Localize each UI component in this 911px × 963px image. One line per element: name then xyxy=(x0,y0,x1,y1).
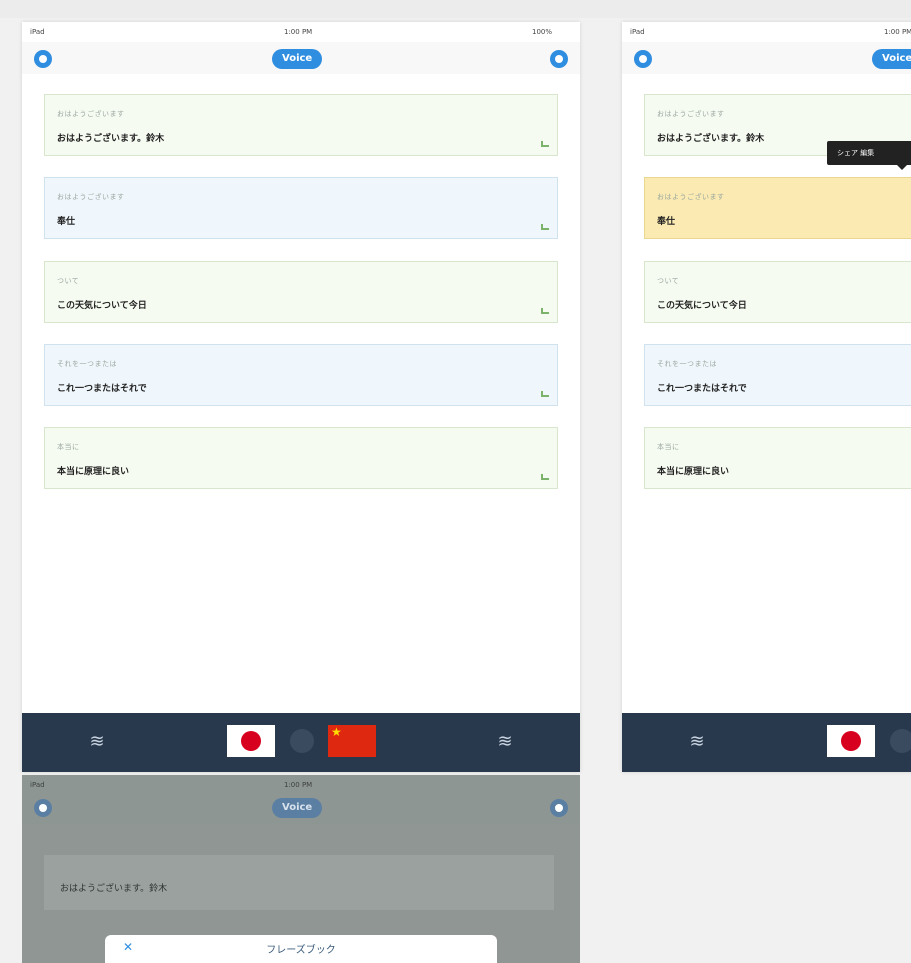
phrase-reading: おはようございます xyxy=(657,110,725,118)
phrase-card-selected[interactable]: おはようございます 奉仕 xyxy=(644,177,911,239)
phrase-reading: 本当に xyxy=(57,443,80,451)
wifi-icon[interactable]: ≋ xyxy=(492,729,518,755)
voice-button[interactable]: Voice xyxy=(272,798,323,818)
info-icon[interactable] xyxy=(550,799,568,817)
phrase-text: おはようございます。鈴木 xyxy=(57,134,165,144)
status-bar: iPad 1:00 PM 100% xyxy=(22,22,580,42)
phrase-card[interactable]: おはようございます 奉仕 xyxy=(44,177,558,239)
check-icon xyxy=(541,141,549,147)
device-screen-main: iPad 1:00 PM 100% Voice おはようございます おはようござ… xyxy=(22,22,580,772)
nav-bar: Voice xyxy=(22,42,580,74)
phrase-reading: それを一つまたは xyxy=(657,360,717,368)
phrase-text: この天気について今日 xyxy=(57,301,147,311)
time-label: 1:00 PM xyxy=(284,781,313,789)
phrase-card[interactable]: それを一つまたは これ一つまたはそれで xyxy=(644,344,911,406)
device-screen-tooltip: iPad 1:00 PM Voice おはようございます おはようございます。鈴… xyxy=(622,22,911,772)
swap-icon[interactable] xyxy=(890,729,911,753)
carrier-label: iPad xyxy=(30,28,45,36)
phrase-reading: おはようございます xyxy=(57,110,125,118)
japan-flag-icon[interactable] xyxy=(227,725,275,757)
check-icon xyxy=(541,224,549,230)
japan-flag-icon[interactable] xyxy=(827,725,875,757)
status-bar: iPad 1:00 PM xyxy=(622,22,911,42)
phrase-text: これ一つまたはそれで xyxy=(657,384,747,394)
top-strip xyxy=(0,0,911,18)
language-bar: ≋ xyxy=(622,713,911,772)
phrase-text: 奉仕 xyxy=(657,217,676,227)
context-tooltip[interactable]: シェア 編集 xyxy=(827,141,911,170)
phrase-text: この天気について今日 xyxy=(657,301,747,311)
phrase-text: 奉仕 xyxy=(57,217,76,227)
phrase-card[interactable]: おはようございます。鈴木 xyxy=(44,855,554,910)
time-label: 1:00 PM xyxy=(884,28,911,36)
modal-title: フレーズブック xyxy=(266,945,336,956)
phrase-reading: おはようございます xyxy=(657,193,725,201)
voice-button[interactable]: Voice xyxy=(272,49,323,69)
dimmed-nav-bar: iPad 1:00 PM Voice xyxy=(22,775,580,825)
swap-icon[interactable] xyxy=(290,729,314,753)
check-icon xyxy=(541,391,549,397)
phrase-text: おはようございます。鈴木 xyxy=(657,134,765,144)
phrase-reading: 本当に xyxy=(657,443,680,451)
phrase-text: 本当に原理に良い xyxy=(57,467,130,477)
wifi-icon[interactable]: ≋ xyxy=(684,729,710,755)
wifi-icon[interactable]: ≋ xyxy=(84,729,110,755)
nav-bar: Voice xyxy=(622,42,911,74)
info-icon[interactable] xyxy=(550,50,568,68)
phrase-text: 本当に原理に良い xyxy=(657,467,730,477)
phrase-reading: ついて xyxy=(57,277,80,285)
phrase-card[interactable]: ついて この天気について今日 xyxy=(644,261,911,323)
phrase-card[interactable]: それを一つまたは これ一つまたはそれで xyxy=(44,344,558,406)
phrase-card[interactable]: ついて この天気について今日 xyxy=(44,261,558,323)
voice-button[interactable]: Voice xyxy=(872,49,911,69)
check-icon xyxy=(541,308,549,314)
device-screen-modal: iPad 1:00 PM Voice おはようございます。鈴木 ✕ フレーズブッ… xyxy=(22,775,580,963)
carrier-label: iPad xyxy=(30,781,45,789)
gear-icon[interactable] xyxy=(34,50,52,68)
gear-icon[interactable] xyxy=(634,50,652,68)
phrase-text: これ一つまたはそれで xyxy=(57,384,147,394)
phrase-card[interactable]: おはようございます おはようございます。鈴木 xyxy=(44,94,558,156)
carrier-label: iPad xyxy=(630,28,645,36)
time-label: 1:00 PM xyxy=(284,28,313,36)
battery-label: 100% xyxy=(532,28,553,36)
language-bar: ≋ ★ ≋ xyxy=(22,713,580,772)
phrase-card[interactable]: 本当に 本当に原理に良い xyxy=(644,427,911,489)
gear-icon[interactable] xyxy=(34,799,52,817)
check-icon xyxy=(541,474,549,480)
phrase-reading: それを一つまたは xyxy=(57,360,117,368)
china-flag-icon[interactable]: ★ xyxy=(328,725,376,757)
phrase-reading: おはようございます xyxy=(57,193,125,201)
phrase-text: おはようございます。鈴木 xyxy=(60,884,168,894)
phrase-card[interactable]: 本当に 本当に原理に良い xyxy=(44,427,558,489)
phrase-book-modal: ✕ フレーズブック xyxy=(105,935,497,963)
phrase-reading: ついて xyxy=(657,277,680,285)
